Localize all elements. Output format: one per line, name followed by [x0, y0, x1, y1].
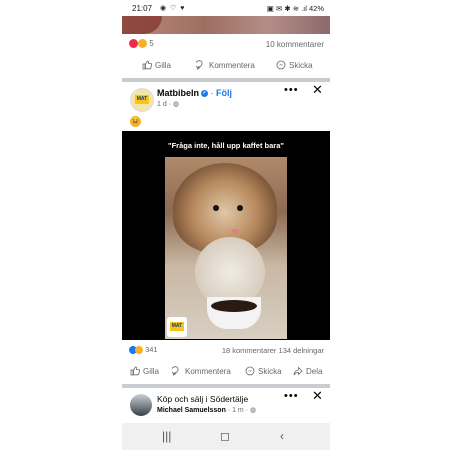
- more-icon[interactable]: •••: [284, 84, 299, 96]
- post-separator: [122, 78, 330, 82]
- like-label: Gilla: [143, 366, 160, 376]
- action-bar: Gilla Kommentera Skicka Dela: [122, 362, 330, 382]
- page-name-line: Matbibeln ✓ · Följ: [157, 88, 233, 98]
- love-reaction-icon: [129, 39, 138, 49]
- post-stats: 341 18 kommentarer 134 delningar: [129, 345, 324, 357]
- comment-count[interactable]: 10 kommentarer: [266, 40, 324, 49]
- messenger-icon: [245, 366, 255, 376]
- share-icon: [293, 366, 303, 376]
- dog-photo: MAT: [165, 157, 287, 339]
- sad-reaction-icon: [138, 39, 147, 49]
- send-button[interactable]: Skicka: [245, 366, 282, 376]
- like-icon: [142, 60, 152, 70]
- haha-reaction-icon: [135, 346, 143, 355]
- follow-button[interactable]: Följ: [216, 88, 232, 98]
- matbibeln-watermark: MAT: [167, 317, 187, 337]
- share-button[interactable]: Skicka: [276, 60, 313, 70]
- author-name[interactable]: Michael Samuelsson: [157, 407, 226, 414]
- like-icon: [130, 366, 140, 376]
- comment-icon: [172, 366, 179, 376]
- android-navbar: ||| ◻ ‹: [122, 423, 330, 450]
- previous-post-stats: 5 10 kommentarer: [129, 38, 324, 52]
- reaction-count[interactable]: 5: [149, 39, 153, 48]
- like-label: Gilla: [155, 60, 172, 70]
- home-icon[interactable]: ◻: [220, 429, 230, 443]
- verified-icon: ✓: [201, 90, 208, 98]
- like-button[interactable]: Gilla: [142, 60, 171, 70]
- post-time[interactable]: 1 d ·: [157, 101, 173, 108]
- laughing-emoji-icon: 😆: [130, 116, 141, 127]
- status-bar: 21:07 ◉ ♡ ♥ ▣ ✉ ✱ ≋ .ıl 42%: [122, 0, 330, 16]
- page-name[interactable]: Matbibeln: [157, 88, 199, 98]
- comment-button[interactable]: Kommentera: [172, 366, 231, 376]
- share-label: Dela: [306, 366, 323, 376]
- comment-label: Kommentera: [185, 366, 231, 376]
- status-time: 21:07: [132, 4, 153, 13]
- comment-label: Kommentera: [209, 60, 255, 70]
- page-avatar[interactable]: MAT: [130, 88, 154, 112]
- more-icon[interactable]: •••: [284, 390, 299, 402]
- previous-post-image[interactable]: [122, 16, 330, 34]
- group-name[interactable]: Köp och sälj i Södertälje: [157, 394, 248, 404]
- post-media[interactable]: "Fråga inte, håll upp kaffet bara" MAT: [122, 131, 330, 340]
- share-label: Skicka: [289, 60, 313, 70]
- phone-screen: 21:07 ◉ ♡ ♥ ▣ ✉ ✱ ≋ .ıl 42% 5 10 komment…: [122, 0, 330, 450]
- reaction-count[interactable]: 341: [145, 345, 158, 354]
- like-button[interactable]: Gilla: [130, 366, 159, 376]
- recent-apps-icon[interactable]: |||: [162, 429, 171, 443]
- group-avatar[interactable]: [130, 394, 152, 416]
- next-post-meta: Michael Samuelsson · 1 m · ◍: [157, 406, 256, 414]
- comment-count[interactable]: 18 kommentarer: [222, 346, 277, 355]
- next-post-time: · 1 m ·: [227, 407, 250, 414]
- comment-button[interactable]: Kommentera: [196, 60, 255, 70]
- share-count[interactable]: 134 delningar: [279, 346, 324, 355]
- send-label: Skicka: [258, 366, 282, 376]
- action-bar: Gilla Kommentera Skicka: [122, 56, 330, 76]
- share-button[interactable]: Dela: [293, 366, 322, 376]
- messenger-icon: [276, 60, 286, 70]
- back-icon[interactable]: ‹: [280, 429, 284, 443]
- post-separator: [122, 384, 330, 388]
- globe-icon: ◍: [249, 407, 257, 414]
- globe-icon: ◍: [172, 101, 180, 108]
- post-meta: 1 d · ◍: [157, 100, 179, 108]
- close-icon[interactable]: ✕: [312, 388, 323, 404]
- comment-icon: [196, 60, 203, 70]
- close-icon[interactable]: ✕: [312, 82, 323, 98]
- status-right: ▣ ✉ ✱ ≋ .ıl 42%: [266, 4, 324, 13]
- image-caption: "Fråga inte, håll upp kaffet bara": [168, 141, 284, 150]
- notification-icons: ◉ ♡ ♥: [160, 5, 186, 12]
